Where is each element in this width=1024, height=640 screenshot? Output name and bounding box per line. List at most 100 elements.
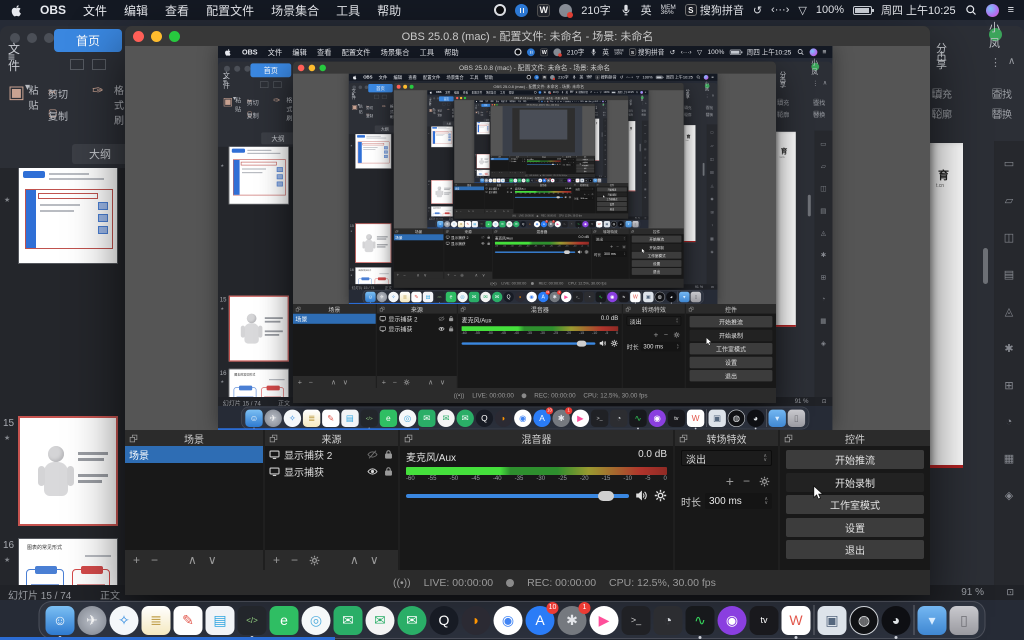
replace-tool-button[interactable]: 替换 — [642, 113, 644, 115]
menu-item-file[interactable]: 文件 — [485, 100, 488, 102]
wps-office-icon[interactable]: W — [630, 292, 640, 302]
notes-icon[interactable]: ≣ — [303, 409, 320, 426]
obs-status-icon[interactable] — [527, 75, 531, 79]
remove-scene-button[interactable]: − — [309, 378, 313, 386]
duration-spinner-icon[interactable]: ∧∨ — [764, 497, 768, 506]
close-window-button[interactable] — [298, 64, 305, 71]
apple-tv-icon[interactable]: tv — [619, 292, 629, 302]
screenshot-app-icon[interactable]: ▣ — [818, 606, 847, 635]
zoom-window-button[interactable] — [169, 31, 180, 42]
add-source-button[interactable]: + — [486, 210, 488, 213]
podcasts-icon[interactable]: ◉ — [649, 409, 666, 426]
notification-center-icon[interactable]: ≡ — [823, 48, 827, 55]
wps-toolbar-ghost-icon[interactable] — [92, 59, 106, 70]
volume-slider[interactable] — [406, 494, 629, 498]
wps-tab-home[interactable]: 首页 — [439, 96, 454, 101]
youku-icon[interactable]: ▶ — [561, 292, 571, 302]
menu-item-edit[interactable]: 编辑 — [490, 100, 493, 102]
apple-menu-icon[interactable] — [10, 3, 23, 17]
duration-input[interactable]: 300 ms ∧∨ — [566, 164, 575, 166]
move-source-down-button[interactable]: ∨ — [370, 553, 379, 567]
wechat-files-icon[interactable]: ✉ — [506, 221, 512, 227]
sogou-pinyin-indicator[interactable]: S搜狗拼音 — [595, 74, 616, 80]
transition-properties-gear-icon[interactable] — [759, 476, 770, 487]
slide-15-thumbnail-selected[interactable] — [355, 223, 391, 263]
app-store-icon[interactable]: A10 — [526, 606, 555, 635]
mixer-gear-icon[interactable] — [610, 339, 618, 347]
move-source-down-button[interactable]: ∨ — [482, 273, 485, 278]
move-scene-up-button[interactable]: ∧ — [331, 378, 336, 386]
podcasts-icon[interactable]: ◉ — [718, 606, 747, 635]
speaker-icon[interactable] — [599, 339, 607, 347]
menu-item-scene-collection[interactable]: 场景集合 — [446, 74, 463, 80]
menu-item-file[interactable]: 文件 — [83, 2, 107, 19]
settings-button[interactable]: 设置 — [632, 260, 682, 267]
wps-sidebar-tool-icon[interactable]: ▤ — [604, 135, 605, 137]
remove-transition-button[interactable]: − — [588, 193, 590, 196]
wps-sidebar-tool-icon[interactable]: ▦ — [604, 159, 605, 161]
slide-15-thumbnail-selected[interactable] — [18, 416, 118, 526]
safari-icon[interactable]: ✧ — [110, 606, 139, 635]
scene-list-item[interactable]: 场景 — [454, 186, 484, 190]
screen-recording-icon[interactable] — [548, 91, 551, 94]
slide-thumbnail-panel[interactable]: ★ 15 ★ 16 ★ 图表的常见形式 — [349, 134, 394, 284]
collapse-ribbon-icon[interactable]: ∧ — [605, 107, 606, 108]
visibility-icon[interactable] — [438, 326, 445, 333]
volume-slider-handle[interactable] — [577, 340, 587, 346]
wps-sidebar-tool-icon[interactable]: ✱ — [1004, 342, 1013, 355]
start-streaming-button[interactable]: 开始推流 — [632, 236, 682, 243]
source-properties-gear-icon[interactable] — [460, 273, 464, 277]
exit-button[interactable]: 退出 — [632, 268, 682, 275]
menu-item-scene-collection[interactable]: 场景集合 — [509, 100, 515, 102]
wps-office-icon[interactable]: W — [782, 606, 811, 635]
zoom-level[interactable]: 91 % — [635, 217, 640, 219]
wps-sidebar-tool-icon[interactable]: ◈ — [821, 339, 826, 347]
wps-office-icon[interactable]: W — [596, 221, 602, 227]
transitions-panel-header[interactable]: 转场特效 — [675, 430, 778, 446]
siri-icon[interactable] — [986, 4, 999, 17]
wps-sidebar-tool-icon[interactable]: ✱ — [821, 251, 827, 259]
wps-sidebar-tool-icon[interactable]: ▦ — [644, 188, 646, 191]
wps-user-account[interactable]: 小凤 — [641, 96, 644, 99]
wechat-icon[interactable]: ✉ — [334, 606, 363, 635]
start-recording-button[interactable]: 开始录制 — [632, 244, 682, 251]
source-list-item[interactable]: 显示捕获 — [265, 463, 398, 480]
meeting-pause-icon[interactable] — [527, 48, 535, 56]
move-scene-down-button[interactable]: ∨ — [472, 210, 474, 213]
move-source-up-button[interactable]: ∧ — [475, 273, 478, 278]
spotlight-search-icon[interactable] — [965, 4, 977, 16]
more-options-icon[interactable]: ⋮ — [990, 56, 1001, 69]
obs-icon[interactable]: ◕ — [666, 292, 676, 302]
wechat-work-icon[interactable]: ✉ — [398, 606, 427, 635]
screenshot-app-icon[interactable]: ▣ — [643, 292, 653, 302]
duration-spinner-icon[interactable]: ∧∨ — [677, 344, 679, 349]
menu-item-tools[interactable]: 工具 — [420, 47, 434, 57]
time-machine-icon[interactable]: ↺ — [753, 4, 762, 17]
mixer-panel-header[interactable]: 混音器 — [400, 430, 673, 446]
remove-scene-button[interactable]: − — [403, 273, 406, 278]
wps-menubar-icon[interactable]: W — [540, 48, 548, 56]
meeting-pause-icon[interactable] — [539, 91, 542, 94]
duration-spinner-icon[interactable]: ∧∨ — [624, 252, 625, 255]
finder-icon[interactable]: ☺ — [245, 409, 262, 426]
source-list-item[interactable]: 显示捕获 2 — [377, 314, 457, 324]
network-tool-icon[interactable]: ‹···› — [771, 4, 789, 16]
input-language[interactable]: 英 — [602, 47, 609, 57]
menubar-clock[interactable]: 周四 上午10:25 — [747, 47, 792, 57]
safari-icon[interactable]: ✧ — [284, 409, 301, 426]
scrollbar-thumb[interactable] — [703, 163, 705, 176]
move-scene-up-button[interactable]: ∧ — [416, 273, 419, 278]
outline-tool-button[interactable]: 轮廓 — [777, 111, 783, 117]
source-list-item[interactable]: 显示捕获 — [444, 240, 492, 246]
obs-preview-area[interactable]: OBS 文件 编辑 查看 配置文件 场景集合 工具 帮助 W 210字 英 ME… — [293, 74, 776, 304]
trash-icon[interactable]: ▯ — [632, 221, 638, 227]
menubar-clock[interactable]: 周四 上午10:25 — [666, 74, 693, 80]
fill-tool-button[interactable]: 填充 — [932, 88, 942, 98]
notes-icon[interactable]: ≣ — [400, 292, 410, 302]
slide-16-thumbnail[interactable]: 图表的常见形式 — [18, 538, 118, 585]
podcasts-icon[interactable]: ◉ — [582, 221, 588, 227]
launchpad-icon[interactable]: ✈ — [265, 409, 282, 426]
menubar-clock[interactable]: 周四 上午10:25 — [881, 2, 956, 18]
disk-utility-icon[interactable]: ◔ — [568, 221, 574, 227]
move-scene-up-button[interactable]: ∧ — [499, 172, 500, 174]
